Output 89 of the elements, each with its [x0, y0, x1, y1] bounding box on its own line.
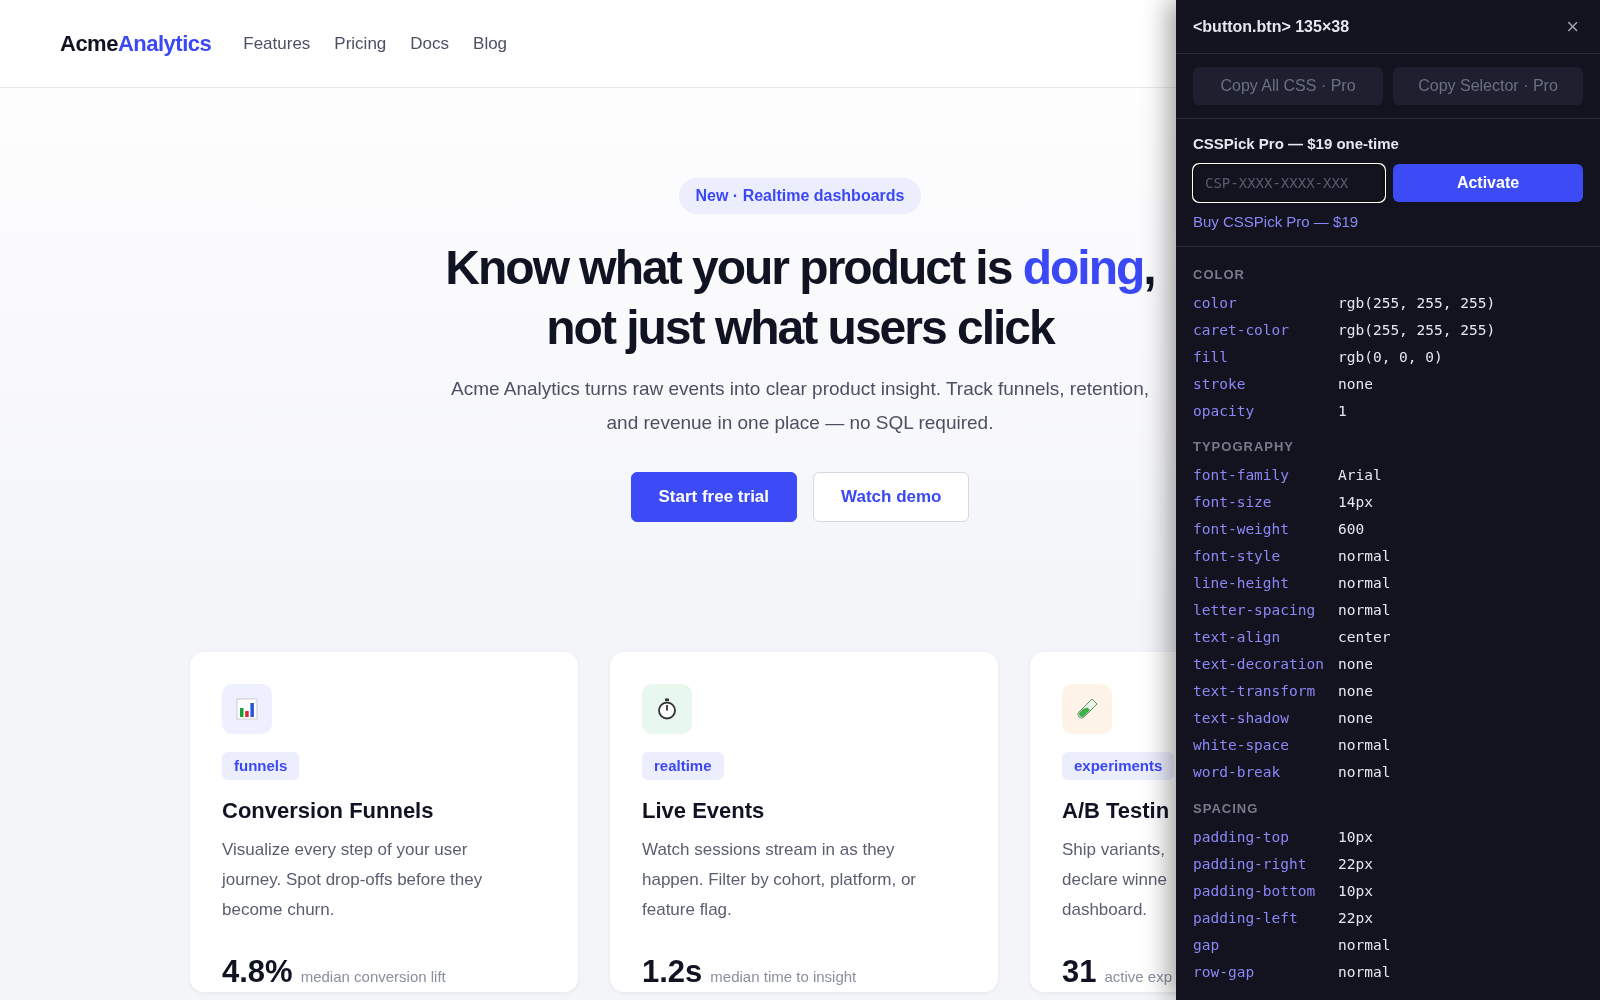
property-name: padding-bottom [1193, 881, 1317, 901]
brand-logo[interactable]: AcmeAnalytics [60, 27, 212, 60]
stat-value: 1.2s [642, 953, 703, 991]
card-title: Live Events [642, 798, 765, 823]
property-value: center [1338, 628, 1391, 648]
property-name: white-space [1193, 736, 1291, 756]
property-value: 600 [1338, 520, 1365, 540]
stat-value: 31 [1062, 953, 1097, 991]
section-heading: TYPOGRAPHY [1193, 439, 1294, 454]
test-tube-icon [1075, 696, 1099, 721]
hero-headline: Know what your product is doing, not just what users click [445, 240, 1155, 356]
property-value: rgb(255, 255, 255) [1338, 293, 1496, 313]
start-trial-button[interactable]: Start free trial [630, 472, 798, 522]
card-description-line: Ship variants, [1062, 840, 1165, 859]
property-name: text-transform [1193, 682, 1317, 702]
bar-chart-icon [235, 696, 259, 721]
property-value: none [1338, 709, 1373, 729]
property-name: text-shadow [1193, 709, 1291, 729]
stopwatch-icon [657, 697, 677, 720]
property-value: normal [1338, 935, 1391, 955]
nav-link[interactable]: Features [243, 30, 311, 57]
property-name: font-size [1193, 493, 1273, 513]
element-title: <button.btn> 135×38 [1193, 16, 1350, 37]
card-title: Conversion Funnels [222, 798, 434, 823]
property-value: normal [1338, 601, 1391, 621]
property-value: 22px [1338, 908, 1373, 928]
property-name: text-decoration [1193, 655, 1325, 675]
property-value: none [1338, 374, 1373, 394]
tag-label: funnels [222, 751, 300, 780]
property-value: none [1338, 682, 1373, 702]
card-description-line: dashboard. [1062, 900, 1148, 919]
property-value: none [1338, 655, 1373, 675]
announcement-badge: New · Realtime dashboards [678, 178, 922, 214]
property-name: text-align [1193, 628, 1282, 648]
property-name: caret-color [1193, 320, 1291, 340]
buy-link[interactable]: Buy CSSPick Pro — $19 [1193, 212, 1359, 230]
card-title: A/B Testin [1062, 798, 1170, 823]
stat-label: median conversion lift [300, 967, 446, 987]
property-name: opacity [1193, 401, 1256, 421]
watch-demo-button[interactable]: Watch demo [813, 472, 970, 522]
card-description-line: Visualize every step of your user [222, 840, 468, 859]
card-description-line: Watch sessions stream in as they [642, 840, 895, 859]
property-value: rgb(255, 255, 255) [1338, 320, 1496, 340]
property-name: fill [1193, 347, 1229, 367]
card-description-line: become churn. [222, 900, 335, 919]
property-name: word-break [1193, 763, 1282, 783]
property-name: padding-left [1193, 908, 1299, 928]
property-value: 10px [1338, 827, 1373, 847]
property-value: 10px [1338, 881, 1373, 901]
property-value: normal [1338, 547, 1391, 567]
section-heading: SPACING [1193, 800, 1259, 816]
nav-link[interactable]: Blog [473, 30, 508, 57]
nav-link[interactable]: Pricing [334, 30, 387, 57]
hero-subtitle: Acme Analytics turns raw events into clear product insight. Track funnels, retention, and revenue in one place — no SQL required. [450, 377, 1150, 435]
property-value: 1 [1338, 401, 1347, 421]
card-description-line: journey. Spot drop-offs before they [222, 870, 483, 889]
stat-label: active exp [1104, 967, 1173, 987]
property-name: font-style [1193, 547, 1282, 567]
card-description-line: declare winne [1062, 870, 1167, 889]
property-name: font-weight [1193, 520, 1291, 540]
stat-label: median time to insight [710, 967, 857, 987]
property-name: line-height [1193, 574, 1291, 594]
property-name: letter-spacing [1193, 601, 1317, 621]
tag-label: experiments [1062, 751, 1175, 780]
license-key-field[interactable]: CSP-XXXX-XXXX-XXX [1193, 163, 1385, 202]
close-button[interactable]: × [1562, 15, 1583, 38]
property-value: rgb(0, 0, 0) [1338, 347, 1443, 367]
property-value: normal [1338, 574, 1391, 594]
property-value: Arial [1338, 466, 1382, 486]
property-name: padding-top [1193, 827, 1291, 847]
property-name: row-gap [1193, 962, 1256, 982]
activate-button[interactable]: Activate [1393, 163, 1583, 202]
property-name: stroke [1193, 374, 1247, 394]
tag-label: realtime [642, 751, 724, 780]
section-heading: COLOR [1193, 266, 1245, 282]
property-name: gap [1193, 935, 1221, 955]
property-name: padding-right [1193, 854, 1308, 874]
license-heading: CSSPick Pro — $19 one-time [1193, 134, 1400, 154]
property-value: normal [1338, 736, 1391, 756]
stat-value: 4.8% [222, 953, 293, 991]
property-name: color [1193, 293, 1238, 313]
card-description-line: feature flag. [642, 900, 732, 919]
property-value: normal [1338, 962, 1391, 982]
property-name: font-family [1193, 466, 1291, 486]
card-description-line: happen. Filter by cohort, platform, or [642, 870, 917, 889]
property-value: 22px [1338, 854, 1373, 874]
property-value: 14px [1338, 493, 1373, 513]
nav-link[interactable]: Docs [410, 30, 450, 57]
property-value: normal [1338, 763, 1391, 783]
